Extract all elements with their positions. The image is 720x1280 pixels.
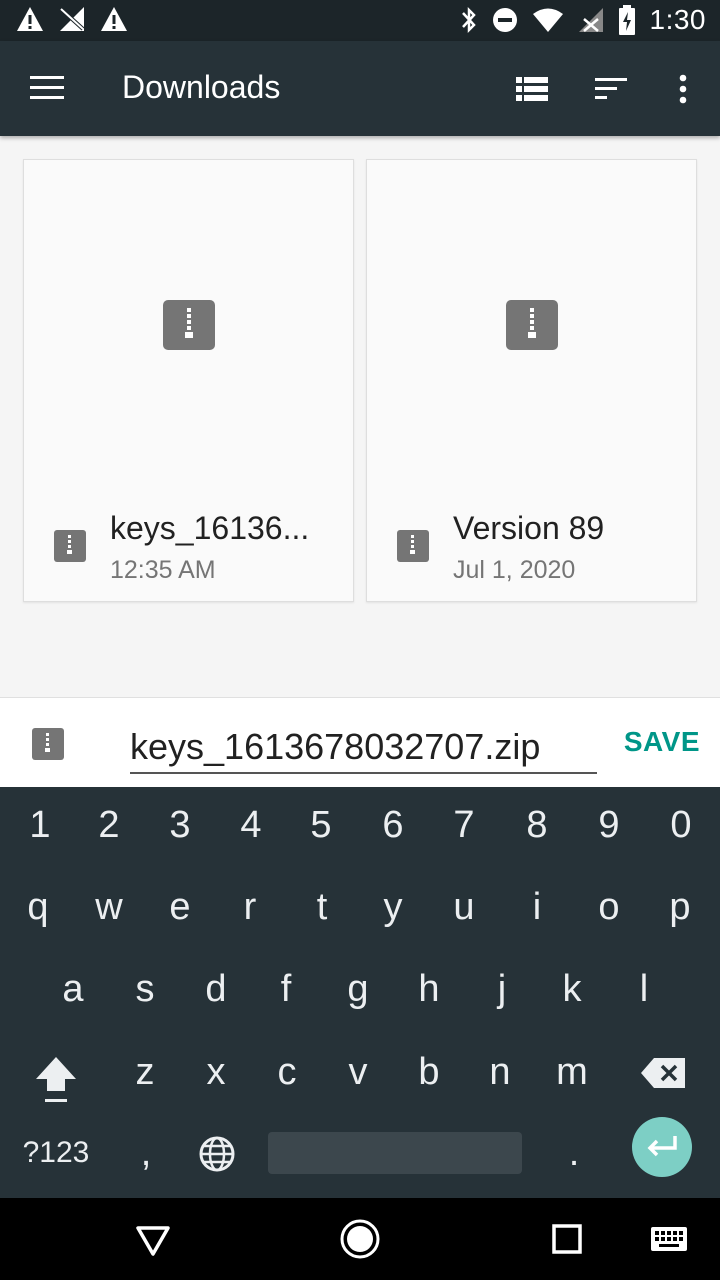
key-k[interactable]: k bbox=[542, 959, 602, 1019]
globe-icon[interactable] bbox=[198, 1135, 236, 1173]
key-n[interactable]: n bbox=[470, 1042, 530, 1102]
file-name: keys_16136... bbox=[110, 510, 310, 546]
enter-button[interactable] bbox=[632, 1117, 692, 1177]
key-b[interactable]: b bbox=[399, 1042, 459, 1102]
key-x[interactable]: x bbox=[186, 1042, 246, 1102]
screen: 1:30 Downloads keys_16136... 12:35 AM Ve… bbox=[0, 0, 720, 1280]
dnd-icon bbox=[492, 8, 517, 32]
key-a[interactable]: a bbox=[43, 959, 103, 1019]
key-3[interactable]: 3 bbox=[150, 795, 210, 855]
zip-file-icon bbox=[163, 300, 215, 350]
key-4[interactable]: 4 bbox=[221, 795, 281, 855]
backspace-icon[interactable] bbox=[640, 1057, 686, 1089]
key-6[interactable]: 6 bbox=[363, 795, 423, 855]
enter-arrow-icon bbox=[647, 1136, 677, 1157]
key-period[interactable]: . bbox=[544, 1123, 604, 1183]
key-z[interactable]: z bbox=[115, 1042, 175, 1102]
key-9[interactable]: 9 bbox=[579, 795, 639, 855]
key-f[interactable]: f bbox=[256, 959, 316, 1019]
save-button[interactable]: SAVE bbox=[624, 726, 700, 758]
key-0[interactable]: 0 bbox=[651, 795, 711, 855]
home-icon[interactable] bbox=[337, 1216, 383, 1262]
file-card[interactable]: keys_16136... 12:35 AM bbox=[23, 159, 354, 602]
key-u[interactable]: u bbox=[434, 877, 494, 937]
file-date: Jul 1, 2020 bbox=[453, 556, 576, 584]
file-date: 12:35 AM bbox=[110, 556, 216, 584]
space-bar[interactable] bbox=[268, 1132, 522, 1174]
navigation-bar bbox=[0, 1198, 720, 1280]
key-q[interactable]: q bbox=[8, 877, 68, 937]
key-t[interactable]: t bbox=[292, 877, 352, 937]
wifi-icon bbox=[532, 8, 563, 32]
keyboard-icon[interactable] bbox=[649, 1216, 689, 1262]
key-r[interactable]: r bbox=[220, 877, 280, 937]
key-1[interactable]: 1 bbox=[10, 795, 70, 855]
page-title: Downloads bbox=[122, 69, 281, 105]
zip-file-icon bbox=[32, 728, 64, 760]
no-signal-icon bbox=[59, 7, 85, 31]
warning-icon bbox=[17, 7, 43, 31]
recents-icon[interactable] bbox=[544, 1216, 590, 1262]
key-8[interactable]: 8 bbox=[507, 795, 567, 855]
key-l[interactable]: l bbox=[614, 959, 674, 1019]
shift-icon[interactable] bbox=[34, 1055, 78, 1105]
zip-file-icon bbox=[54, 530, 86, 562]
key-s[interactable]: s bbox=[115, 959, 175, 1019]
more-vert-icon[interactable] bbox=[665, 71, 701, 107]
file-name: Version 89 bbox=[453, 510, 605, 546]
menu-icon[interactable] bbox=[30, 75, 64, 101]
file-card[interactable]: Version 89 Jul 1, 2020 bbox=[366, 159, 697, 602]
status-bar: 1:30 bbox=[0, 0, 720, 41]
back-icon[interactable] bbox=[130, 1216, 176, 1262]
bluetooth-icon bbox=[461, 6, 476, 34]
filename-input[interactable] bbox=[130, 722, 597, 774]
key-v[interactable]: v bbox=[328, 1042, 388, 1102]
keyboard: 1 2 3 4 5 6 7 8 9 0 q w e r t y u i o p … bbox=[0, 787, 720, 1198]
key-2[interactable]: 2 bbox=[79, 795, 139, 855]
key-e[interactable]: e bbox=[150, 877, 210, 937]
key-7[interactable]: 7 bbox=[434, 795, 494, 855]
no-sim-icon bbox=[578, 8, 603, 32]
warning-icon bbox=[101, 7, 127, 31]
key-c[interactable]: c bbox=[257, 1042, 317, 1102]
list-view-icon[interactable] bbox=[514, 71, 550, 107]
symbols-key[interactable]: ?123 bbox=[18, 1123, 94, 1183]
key-d[interactable]: d bbox=[186, 959, 246, 1019]
key-j[interactable]: j bbox=[472, 959, 532, 1019]
sort-icon[interactable] bbox=[593, 71, 629, 107]
status-time: 1:30 bbox=[649, 4, 706, 35]
key-comma[interactable]: , bbox=[116, 1123, 176, 1183]
key-i[interactable]: i bbox=[507, 877, 567, 937]
key-w[interactable]: w bbox=[79, 877, 139, 937]
key-5[interactable]: 5 bbox=[291, 795, 351, 855]
key-m[interactable]: m bbox=[542, 1042, 602, 1102]
battery-charging-icon bbox=[618, 5, 635, 35]
key-o[interactable]: o bbox=[579, 877, 639, 937]
zip-file-icon bbox=[506, 300, 558, 350]
app-toolbar: Downloads bbox=[0, 41, 720, 136]
key-p[interactable]: p bbox=[650, 877, 710, 937]
key-y[interactable]: y bbox=[363, 877, 423, 937]
key-g[interactable]: g bbox=[328, 959, 388, 1019]
save-bar: SAVE bbox=[0, 697, 720, 787]
zip-file-icon bbox=[397, 530, 429, 562]
key-h[interactable]: h bbox=[399, 959, 459, 1019]
